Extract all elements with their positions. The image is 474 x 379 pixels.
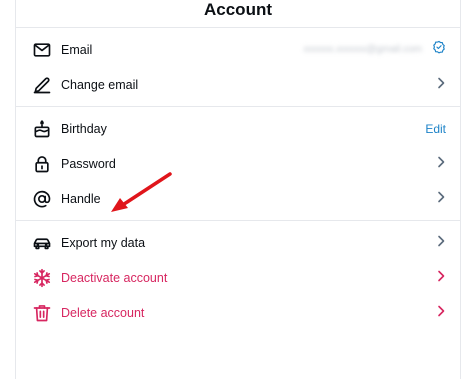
page-header: Account [16,0,460,28]
chevron-right-icon [436,304,446,322]
deactivate-account-row[interactable]: Deactivate account [16,260,460,295]
export-data-label: Export my data [61,235,146,250]
cake-icon [32,119,52,139]
page-title: Account [204,0,272,19]
chevron-right-icon [436,269,446,287]
account-settings-panel: Account Email xxxxxx.xxxxxx@gmail.com Ch… [15,0,461,379]
verified-badge-icon [432,40,446,59]
handle-row[interactable]: Handle [16,181,460,216]
pencil-icon [32,75,52,95]
lock-icon [32,154,52,174]
birthday-edit-link[interactable]: Edit [425,122,446,136]
handle-label: Handle [61,191,101,206]
envelope-icon [32,40,52,60]
email-label: Email [61,42,93,57]
birthday-label: Birthday [61,121,107,136]
birthday-row: Birthday Edit [16,111,460,146]
change-email-row[interactable]: Change email [16,67,460,102]
export-data-row[interactable]: Export my data [16,225,460,260]
at-sign-icon [32,189,52,209]
data-section: Export my data Deactivate account Delete… [16,221,460,334]
snowflake-icon [32,268,52,288]
chevron-right-icon [436,190,446,208]
chevron-right-icon [436,76,446,94]
car-icon [32,233,52,253]
trash-icon [32,303,52,323]
profile-section: Birthday Edit Password Handle [16,107,460,221]
delete-account-label: Delete account [61,305,145,320]
delete-account-row[interactable]: Delete account [16,295,460,330]
change-email-label: Change email [61,77,139,92]
chevron-right-icon [436,234,446,252]
email-row[interactable]: Email xxxxxx.xxxxxx@gmail.com [16,32,460,67]
password-label: Password [61,156,116,171]
email-value: xxxxxx.xxxxxx@gmail.com [303,44,423,55]
contact-section: Email xxxxxx.xxxxxx@gmail.com Change ema… [16,28,460,107]
chevron-right-icon [436,155,446,173]
password-row[interactable]: Password [16,146,460,181]
deactivate-account-label: Deactivate account [61,270,168,285]
